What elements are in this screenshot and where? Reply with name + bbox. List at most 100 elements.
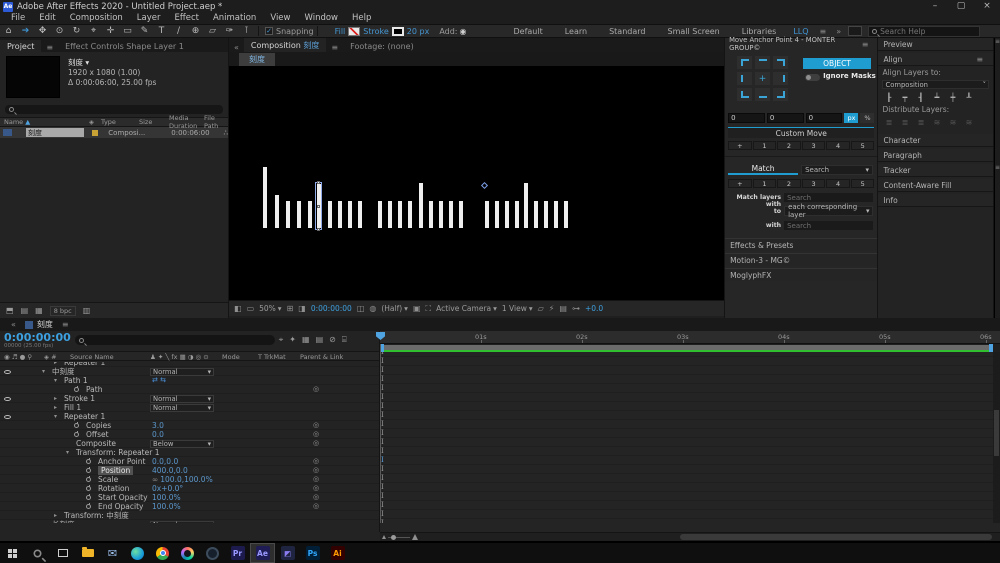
taskbar-mail[interactable]: ✉	[100, 543, 125, 563]
twirl-icon[interactable]: ▸	[54, 403, 57, 412]
distribute-button-1[interactable]: ≣	[898, 117, 911, 127]
zoom-slider-knob[interactable]	[391, 535, 396, 540]
magnification-dropdown[interactable]: 50%▾	[259, 304, 281, 313]
timeline-row[interactable]: Scale∞100.0,100.0%◎	[0, 475, 379, 484]
taskbar-start[interactable]	[0, 543, 25, 563]
stopwatch-icon[interactable]	[86, 468, 91, 473]
property-label[interactable]: Scale	[98, 475, 118, 484]
stopwatch-icon[interactable]	[86, 459, 91, 464]
pixel-aspect-icon[interactable]: ▱	[538, 304, 544, 313]
visibility-eye-icon[interactable]	[4, 415, 11, 419]
menu-edit[interactable]: Edit	[32, 13, 62, 24]
property-label[interactable]: 中刻度	[52, 367, 75, 376]
parent-link-icon[interactable]: ◎	[313, 502, 319, 511]
composite-dropdown[interactable]: Below▾	[150, 440, 214, 448]
align-button-4[interactable]: ┿	[946, 92, 959, 102]
panel-paragraph[interactable]: Paragraph	[878, 149, 993, 162]
stopwatch-icon[interactable]	[74, 423, 79, 428]
selection-handle[interactable]	[317, 181, 320, 184]
zoom-in-icon[interactable]	[412, 534, 418, 540]
view-layout-dropdown[interactable]: 1 View▾	[502, 304, 533, 313]
fast-previews-icon[interactable]: ⚡	[549, 304, 555, 313]
flowchart-icon[interactable]: ⊶	[572, 304, 580, 313]
path-direction-icons[interactable]: ⇄ ⇆	[152, 376, 166, 385]
percent-unit-button[interactable]: %	[860, 113, 874, 123]
mode-column[interactable]: Mode	[222, 353, 240, 361]
composition-breadcrumb[interactable]: 刻度	[239, 53, 275, 66]
project-row-name[interactable]: 刻度	[26, 128, 84, 137]
puppet-pin-tool[interactable]: ⊺	[238, 25, 255, 38]
taskbar-task-view[interactable]	[50, 543, 75, 563]
object-button[interactable]: OBJECT	[803, 58, 871, 69]
parent-link-icon[interactable]: ◎	[313, 475, 319, 484]
project-row[interactable]: 刻度 Composi... 0:00:06:00 ∴	[0, 127, 228, 138]
stroke-swatch[interactable]	[392, 27, 404, 36]
track-row[interactable]: I	[380, 420, 993, 429]
twirl-icon[interactable]: ▾	[42, 367, 45, 376]
track-row[interactable]: I	[380, 375, 993, 384]
timeline-row[interactable]: Rotation0x+0.0°◎	[0, 484, 379, 493]
property-label[interactable]: Offset	[86, 430, 109, 439]
twirl-icon[interactable]: ▸	[54, 394, 57, 403]
parent-link-icon[interactable]: ◎	[313, 484, 319, 493]
property-value[interactable]: 400.0,0.0	[152, 466, 188, 475]
workspace-learn[interactable]: Learn	[554, 27, 598, 36]
px-unit-button[interactable]: px	[844, 113, 858, 123]
brush-tool[interactable]: ∕	[170, 25, 187, 38]
track-row[interactable]: I	[380, 366, 993, 375]
taskbar-app-blue[interactable]: ◩	[275, 543, 300, 563]
zoom-out-icon[interactable]	[382, 535, 386, 539]
twirl-icon[interactable]: ▸	[54, 511, 57, 520]
menu-composition[interactable]: Composition	[63, 13, 130, 24]
property-value[interactable]: 0x+0.0°	[152, 484, 183, 493]
anchor-grid-cell[interactable]	[737, 88, 752, 101]
property-label[interactable]: Transform: 中刻度	[64, 511, 129, 520]
custom-preset-+[interactable]: +	[728, 141, 752, 150]
track-row[interactable]: I	[380, 483, 993, 492]
property-label[interactable]: Copies	[86, 421, 111, 430]
track-row[interactable]: I	[380, 465, 993, 474]
timeline-zoom-control[interactable]	[382, 534, 418, 540]
custom-preset-5[interactable]: 5	[851, 141, 875, 150]
visibility-eye-icon[interactable]	[4, 397, 11, 401]
property-label[interactable]: End Opacity	[98, 502, 143, 511]
timeline-track-area[interactable]: 01s02s03s04s05s06s IIIIIIIIIIIIIIIIIIII	[380, 331, 1000, 532]
track-row[interactable]: I	[380, 501, 993, 510]
custom-move-button[interactable]: Custom Move	[728, 127, 874, 138]
anchor-point[interactable]	[481, 182, 488, 189]
source-name-column[interactable]: Source Name	[70, 353, 114, 361]
match-preset-3[interactable]: 3	[802, 179, 826, 188]
close-button[interactable]: ×	[974, 0, 1000, 13]
taskbar-edge[interactable]	[125, 543, 150, 563]
current-timecode[interactable]: 0:00:00:00	[4, 332, 71, 343]
property-value[interactable]: 0.0,0.0	[152, 457, 178, 466]
track-row[interactable]: I	[380, 456, 993, 465]
timeline-row[interactable]: ▸长刻度Normal▾	[0, 520, 379, 523]
track-row[interactable]: I	[380, 357, 993, 366]
exposure-value[interactable]: +0.0	[585, 304, 603, 313]
panel-tracker[interactable]: Tracker	[878, 164, 993, 177]
new-folder-icon[interactable]: ▤	[21, 306, 29, 315]
workspace-llq[interactable]: LLQ	[787, 27, 814, 36]
collapsed-panel-strip[interactable]: ≡≡	[994, 38, 1000, 318]
twirl-icon[interactable]: ▾	[66, 448, 69, 457]
property-label[interactable]: Start Opacity	[98, 493, 148, 502]
match-tab[interactable]: Match	[728, 164, 798, 175]
interpret-footage-icon[interactable]: ⬒	[6, 306, 14, 315]
align-button-2[interactable]: ┨	[914, 92, 927, 102]
custom-preset-3[interactable]: 3	[802, 141, 826, 150]
with-input[interactable]: Search	[784, 221, 873, 230]
blend-mode-dropdown[interactable]: Normal▾	[150, 395, 214, 403]
menu-window[interactable]: Window	[297, 13, 345, 24]
track-row[interactable]: I	[380, 411, 993, 420]
pen-tool[interactable]: ✎	[136, 25, 153, 38]
timeline-row[interactable]: ▾Path 1⇄ ⇆	[0, 376, 379, 385]
channels-icon[interactable]: ◍	[369, 304, 376, 313]
rectangle-tool[interactable]: ▭	[119, 25, 136, 38]
work-area[interactable]	[380, 344, 1000, 352]
workspace-overflow-icon[interactable]: »	[831, 27, 846, 36]
fill-label[interactable]: Fill	[335, 27, 346, 36]
panel-preview[interactable]: Preview	[878, 38, 993, 51]
column-Size[interactable]: Size	[135, 118, 165, 126]
camera-dropdown[interactable]: Active Camera▾	[436, 304, 497, 313]
